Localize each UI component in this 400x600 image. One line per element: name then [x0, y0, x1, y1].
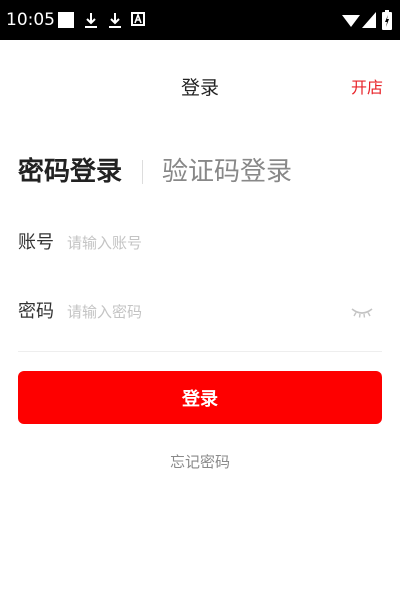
login-button[interactable]: 登录 [18, 371, 382, 424]
forgot-password-link[interactable]: 忘记密码 [0, 452, 400, 472]
tab-sms-login[interactable]: 验证码登录 [162, 155, 292, 189]
notification-square-icon [58, 12, 74, 28]
status-bar: 10:05 [0, 0, 400, 40]
open-store-link[interactable]: 开店 [351, 77, 383, 99]
a-badge-icon [131, 12, 145, 26]
wifi-icon [342, 15, 360, 27]
status-time: 10:05 [6, 10, 55, 30]
page-title: 登录 [180, 77, 219, 99]
eye-closed-icon[interactable] [350, 305, 374, 319]
tab-divider [142, 160, 143, 184]
password-input[interactable] [67, 299, 337, 325]
password-label: 密码 [18, 301, 54, 322]
download-icon [109, 13, 121, 28]
cell-signal-icon [362, 12, 376, 28]
battery-charging-icon [382, 10, 392, 30]
tab-password-login[interactable]: 密码登录 [18, 155, 122, 189]
download-icon [85, 13, 97, 28]
account-label: 账号 [18, 232, 54, 253]
field-divider [18, 351, 382, 352]
account-input[interactable] [67, 230, 337, 256]
